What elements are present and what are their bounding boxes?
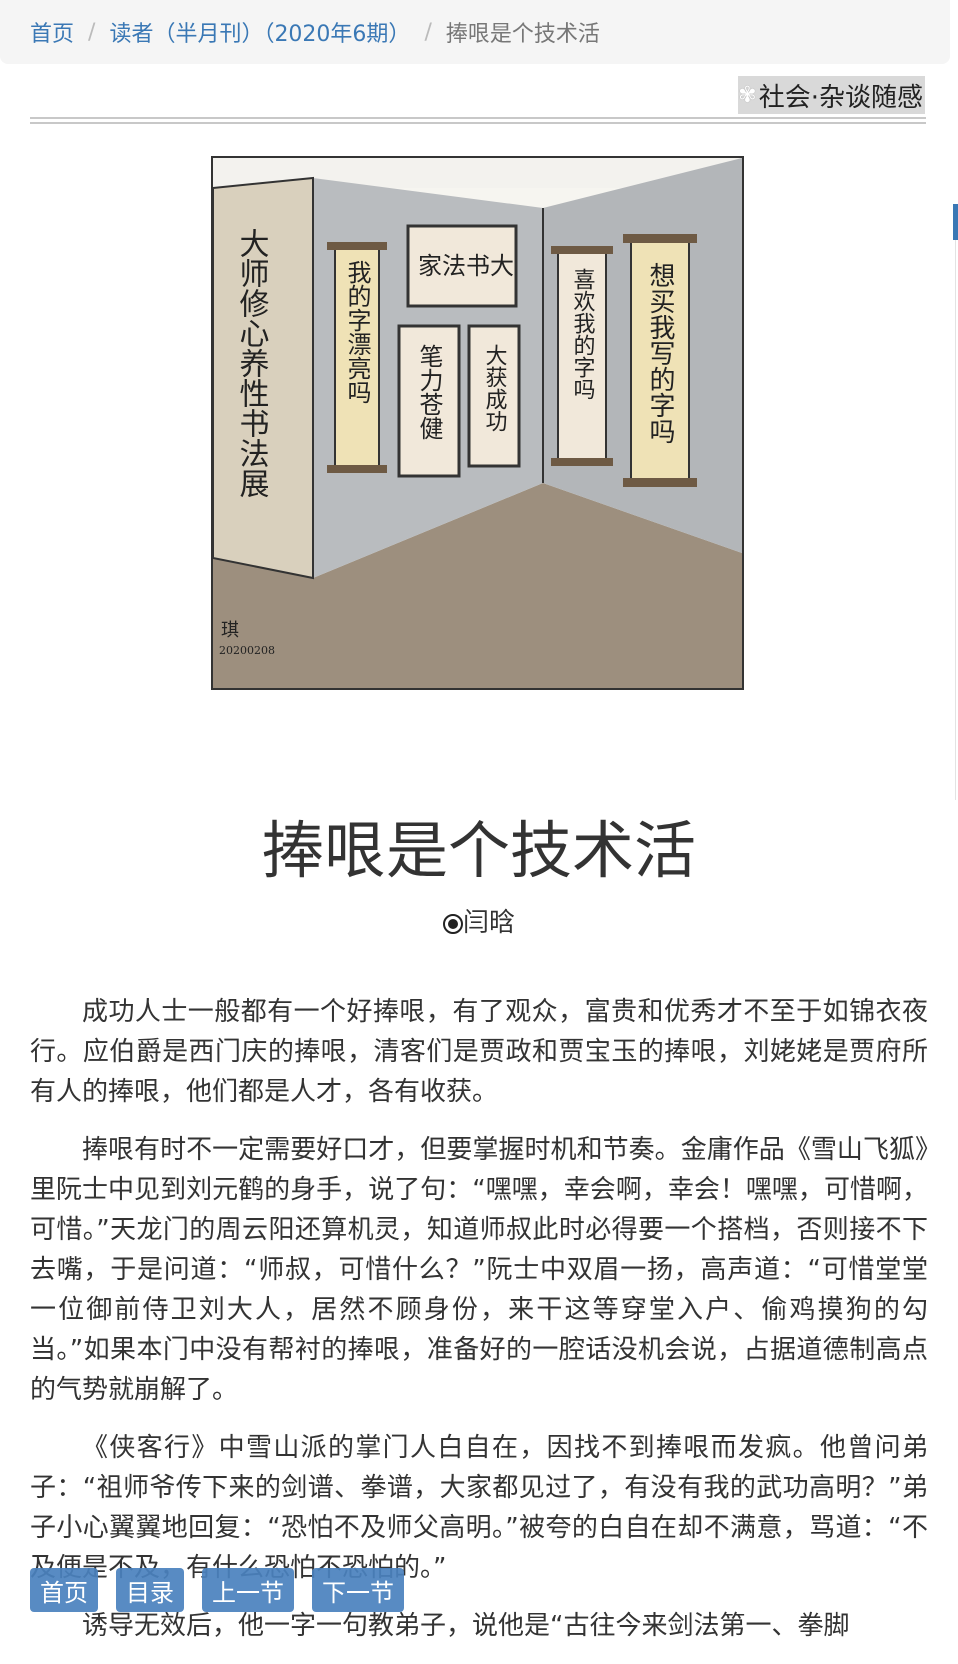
cartoon-signature: 琪 — [221, 620, 239, 641]
prev-section-button[interactable]: 上一节 — [202, 1568, 294, 1612]
wall-sign-text: 大师修心养性书法展 — [234, 228, 270, 498]
article-paragraph: 《侠客行》中雪山派的掌门人白自在，因找不到捧哏而发疯。他曾问弟子：“祖师爷传下来… — [30, 1433, 928, 1583]
scroll-3-text: 笔力苍健 — [415, 344, 443, 440]
breadcrumb: 首页 / 读者（半月刊）（2020年6期） / 捧哏是个技术活 — [0, 0, 950, 64]
article-body: 成功人士一般都有一个好捧哏，有了观众，富贵和优秀才不至于如锦衣夜行。应伯爵是西门… — [30, 992, 928, 1664]
flower-icon: ✾ — [738, 82, 757, 108]
category-tag: ✾ 社会·杂谈随感 — [738, 76, 925, 114]
scroll-4-text: 大获成功 — [482, 344, 508, 432]
bottom-nav: 首页 目录 上一节 下一节 — [30, 1568, 404, 1612]
next-section-button[interactable]: 下一节 — [312, 1568, 404, 1612]
home-button[interactable]: 首页 — [30, 1568, 98, 1612]
divider — [30, 122, 926, 124]
radio-dot-icon — [442, 914, 463, 934]
breadcrumb-home-link[interactable]: 首页 — [30, 16, 74, 48]
cartoon-date: 20200208 — [219, 644, 275, 657]
scrollbar-track — [955, 240, 956, 800]
article-title: 捧哏是个技术活 — [261, 814, 696, 887]
divider — [30, 117, 926, 119]
toc-button[interactable]: 目录 — [116, 1568, 184, 1612]
scroll-indicator[interactable] — [953, 204, 958, 240]
breadcrumb-issue-link[interactable]: 读者（半月刊）（2020年6期） — [109, 16, 410, 48]
scroll-2-text: 家法书大 — [418, 252, 514, 280]
article-paragraph: 捧哏有时不一定需要好口才，但要掌握时机和节奏。金庸作品《雪山飞狐》里阮士中见到刘… — [30, 1135, 928, 1405]
article-paragraph: 诱导无效后，他一字一句教弟子，说他是“古往今来剑法第一、拳脚 — [82, 1611, 850, 1641]
breadcrumb-separator: / — [424, 19, 432, 45]
breadcrumb-current: 捧哏是个技术活 — [445, 22, 600, 47]
breadcrumb-separator: / — [88, 19, 96, 45]
category-label: 社会·杂谈随感 — [758, 82, 923, 113]
scroll-6-text: 想买我写的字吗 — [645, 262, 675, 444]
article-paragraph: 成功人士一般都有一个好捧哏，有了观众，富贵和优秀才不至于如锦衣夜行。应伯爵是西门… — [30, 997, 928, 1107]
scroll-5-text: 喜欢我的字吗 — [570, 268, 596, 400]
author-name: 闫晗 — [462, 908, 515, 938]
cartoon-image: 大师修心养性书法展 我的字漂亮吗 家法书大 笔力苍健 大获成功 喜欢我的字吗 想… — [211, 156, 744, 690]
author-line: 闫晗 — [0, 902, 958, 939]
scroll-1-text: 我的字漂亮吗 — [343, 260, 371, 404]
